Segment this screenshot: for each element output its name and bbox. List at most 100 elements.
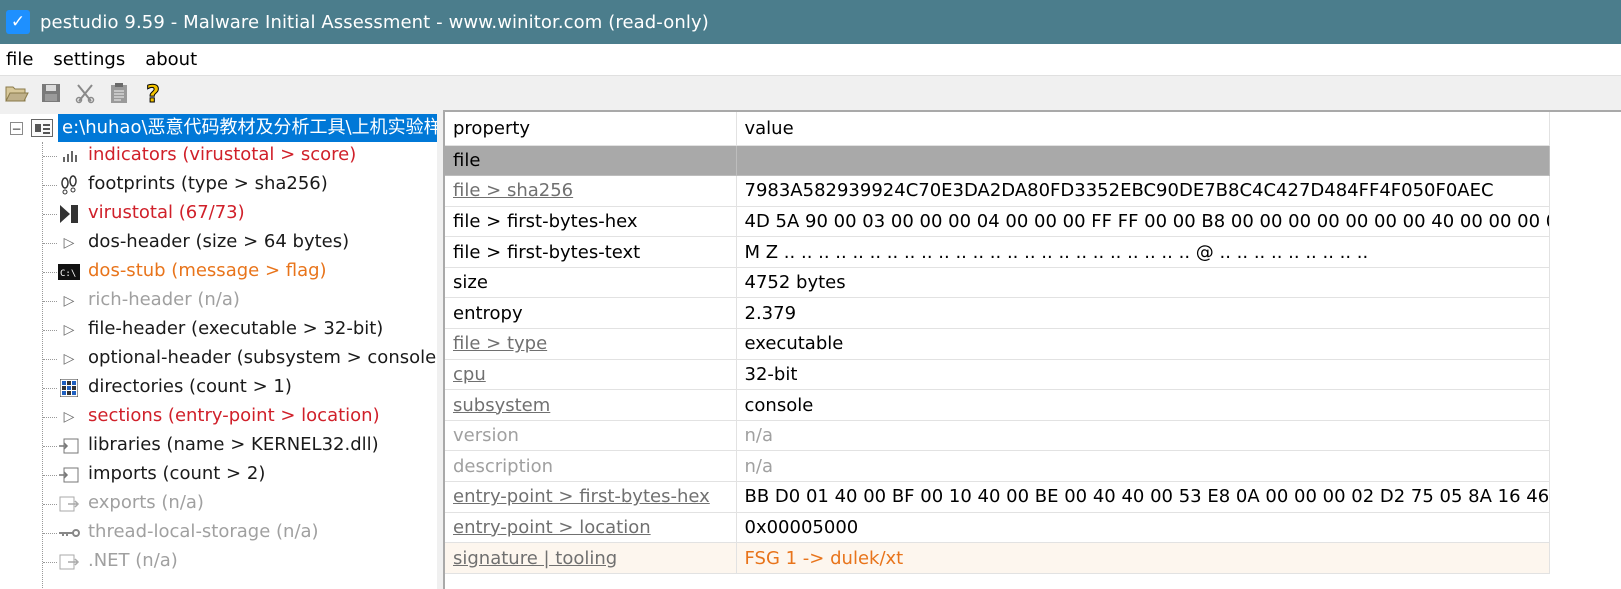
property-cell[interactable]: cpu <box>445 359 737 391</box>
expand-arrow-icon[interactable]: ▷ <box>58 290 80 312</box>
expand-arrow-icon[interactable]: ▷ <box>58 319 80 341</box>
clipboard-icon[interactable] <box>104 78 134 108</box>
table-row[interactable]: description n/a <box>445 450 1550 483</box>
table-row[interactable]: file > type executable <box>445 328 1550 360</box>
property-cell: entropy <box>445 297 737 330</box>
group-row: file <box>445 145 1550 177</box>
table-header-row: property value <box>445 112 1550 146</box>
value-cell: FSG 1 -> dulek/xt <box>736 542 1550 574</box>
property-cell: version <box>445 420 737 452</box>
column-header-property[interactable]: property <box>445 112 737 146</box>
group-value <box>736 145 1550 177</box>
table-row[interactable]: cpu 32-bit <box>445 359 1550 391</box>
window-title: pestudio 9.59 - Malware Initial Assessme… <box>40 11 709 33</box>
expand-arrow-icon[interactable]: ▷ <box>58 348 80 370</box>
table-row[interactable]: entry-point > location 0x00005000 <box>445 512 1550 544</box>
table-row[interactable]: file > sha256 7983A582939924C70E3DA2DA80… <box>445 175 1550 207</box>
column-header-value[interactable]: value <box>736 112 1550 146</box>
value-cell: 32-bit <box>736 359 1550 391</box>
table-row[interactable]: file > first-bytes-hex 4D 5A 90 00 03 00… <box>445 206 1550 238</box>
property-grid[interactable]: property value file file > sha256 7983A5… <box>443 110 1621 589</box>
tree-node-label: dos-header (size > 64 bytes) <box>88 231 350 252</box>
tree-node-dos-header[interactable]: ▷ dos-header (size > 64 bytes) <box>0 229 448 258</box>
help-icon[interactable]: ? <box>138 78 168 108</box>
grid-icon <box>58 377 80 399</box>
tree-node-label: indicators (virustotal > score) <box>88 144 357 165</box>
tree-node-label: optional-header (subsystem > console) <box>88 347 444 368</box>
table-row[interactable]: entry-point > first-bytes-hex BB D0 01 4… <box>445 481 1550 513</box>
property-cell[interactable]: entry-point > location <box>445 512 737 544</box>
menu-about[interactable]: about <box>137 49 205 70</box>
svg-text:C:\: C:\ <box>60 269 76 279</box>
cut-icon[interactable] <box>70 78 100 108</box>
tree-node-footprints[interactable]: footprints (type > sha256) <box>0 171 448 200</box>
toolbar: ? <box>0 76 1621 110</box>
tree-node-rich-header[interactable]: ▷ rich-header (n/a) <box>0 287 448 316</box>
app-check-icon[interactable]: ✓ <box>6 10 30 34</box>
table-row[interactable]: subsystem console <box>445 389 1550 421</box>
property-cell[interactable]: subsystem <box>445 389 737 421</box>
tree-node-imports[interactable]: imports (count > 2) <box>0 461 448 490</box>
menu-file[interactable]: file <box>0 49 41 70</box>
expand-arrow-icon[interactable]: ▷ <box>58 232 80 254</box>
value-cell: 2.379 <box>736 297 1550 330</box>
expand-arrow-icon[interactable]: ▷ <box>58 406 80 428</box>
tree-node-label: footprints (type > sha256) <box>88 173 328 194</box>
property-cell[interactable]: file > sha256 <box>445 175 737 207</box>
property-cell: description <box>445 450 737 483</box>
tree-node-label: exports (n/a) <box>88 492 204 513</box>
property-cell: file > first-bytes-hex <box>445 206 737 238</box>
property-cell[interactable]: file > type <box>445 328 737 360</box>
value-cell: n/a <box>736 420 1550 452</box>
tree-node-virustotal[interactable]: virustotal (67/73) <box>0 200 448 229</box>
table-row[interactable]: version n/a <box>445 420 1550 452</box>
tree-root[interactable]: − e:\huhao\恶意代码教材及分析工具\上机实验样本 <box>0 114 448 142</box>
tree-node-dotnet[interactable]: .NET (n/a) <box>0 548 448 577</box>
tree-node-optional-header[interactable]: ▷ optional-header (subsystem > console) <box>0 345 448 374</box>
tree-root-label[interactable]: e:\huhao\恶意代码教材及分析工具\上机实验样本 <box>58 114 448 142</box>
tree-node-label: dos-stub (message > flag) <box>88 260 327 281</box>
property-cell[interactable]: signature | tooling <box>445 542 737 574</box>
value-cell: console <box>736 389 1550 421</box>
tree-node-libraries[interactable]: libraries (name > KERNEL32.dll) <box>0 432 448 461</box>
tree-node-label: thread-local-storage (n/a) <box>88 521 319 542</box>
collapse-icon[interactable]: − <box>10 122 23 135</box>
tree-node-label: libraries (name > KERNEL32.dll) <box>88 434 379 455</box>
property-cell[interactable]: entry-point > first-bytes-hex <box>445 481 737 513</box>
tree-node-label: rich-header (n/a) <box>88 289 240 310</box>
value-cell: M Z .. .. .. .. .. .. .. .. .. .. .. .. … <box>736 236 1550 268</box>
tree-node-dos-stub[interactable]: C:\ dos-stub (message > flag) <box>0 258 448 287</box>
table-row[interactable]: size 4752 bytes <box>445 267 1550 299</box>
export-icon <box>58 551 80 573</box>
open-icon[interactable] <box>2 78 32 108</box>
tree-view[interactable]: − e:\huhao\恶意代码教材及分析工具\上机实验样本 indicators… <box>0 114 448 589</box>
value-cell: BB D0 01 40 00 BF 00 10 40 00 BE 00 40 4… <box>736 481 1550 513</box>
import-icon <box>58 464 80 486</box>
svg-text:?: ? <box>146 81 160 105</box>
table-row[interactable]: signature | tooling FSG 1 -> dulek/xt <box>445 542 1550 574</box>
menu-bar: file settings about <box>0 44 1621 76</box>
library-icon <box>58 435 80 457</box>
value-cell: n/a <box>736 450 1550 483</box>
tree-node-file-header[interactable]: ▷ file-header (executable > 32-bit) <box>0 316 448 345</box>
property-cell: size <box>445 267 737 299</box>
save-icon[interactable] <box>36 78 66 108</box>
tree-node-sections[interactable]: ▷ sections (entry-point > location) <box>0 403 448 432</box>
table-row[interactable]: entropy 2.379 <box>445 297 1550 330</box>
executable-file-icon <box>31 119 53 137</box>
value-cell: 4752 bytes <box>736 267 1550 299</box>
table-row[interactable]: file > first-bytes-text M Z .. .. .. .. … <box>445 236 1550 268</box>
tree-node-label: .NET (n/a) <box>88 550 178 571</box>
tree-node-thread-local-storage[interactable]: thread-local-storage (n/a) <box>0 519 448 548</box>
tree-node-directories[interactable]: directories (count > 1) <box>0 374 448 403</box>
menu-settings[interactable]: settings <box>45 49 133 70</box>
console-icon: C:\ <box>58 261 80 283</box>
tree-node-exports[interactable]: exports (n/a) <box>0 490 448 519</box>
tree-node-indicators[interactable]: indicators (virustotal > score) <box>0 142 448 171</box>
property-table: property value file file > sha256 7983A5… <box>445 112 1550 574</box>
bar-chart-icon <box>58 145 80 167</box>
group-label: file <box>445 145 737 177</box>
tree-node-label: directories (count > 1) <box>88 376 292 397</box>
value-cell: 0x00005000 <box>736 512 1550 544</box>
property-cell: file > first-bytes-text <box>445 236 737 268</box>
